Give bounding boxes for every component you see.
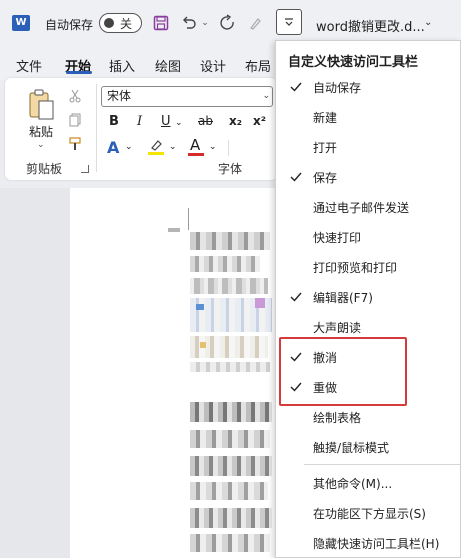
font-name-value: 宋体 [107, 89, 132, 103]
blurred-text [190, 430, 270, 448]
text-effects-chevron-icon[interactable]: ⌄ [125, 142, 133, 152]
font-group-label: 字体 [218, 162, 243, 176]
chevron-down-icon[interactable]: ⌄ [424, 17, 432, 28]
bold-button[interactable]: B [109, 114, 119, 129]
superscript-button[interactable]: x² [253, 114, 266, 128]
customize-qat-button[interactable] [276, 9, 302, 35]
menu-item[interactable]: 编辑器(F7) [276, 283, 460, 313]
font-color-chevron-icon[interactable]: ⌄ [209, 142, 217, 152]
annotation-highlight-box [279, 337, 407, 406]
chevron-down-icon[interactable]: ⌄ [262, 87, 270, 106]
italic-button[interactable]: I [137, 114, 142, 129]
menu-item-label: 快速打印 [313, 231, 362, 245]
menu-item-label: 编辑器(F7) [313, 291, 373, 305]
paste-button[interactable]: 粘贴 [29, 123, 53, 140]
copy-icon[interactable] [67, 112, 83, 128]
tab-draw[interactable]: 绘图 [155, 56, 181, 75]
menu-item-label: 自动保存 [313, 81, 362, 95]
menu-item[interactable]: 快速打印 [276, 223, 460, 253]
clipboard-launcher-icon[interactable] [81, 165, 89, 173]
active-tab-indicator [66, 71, 92, 74]
paste-icon[interactable] [27, 88, 55, 122]
ribbon-panel: 粘贴 ⌄ 剪贴板 宋体 ⌄ B I U ⌄ ab x₂ x² A ⌄ ⌄ A ⌄… [5, 78, 277, 180]
menu-item[interactable]: 新建 [276, 103, 460, 133]
menu-item-label: 在功能区下方显示(S) [313, 507, 426, 521]
format-painter-brush-icon[interactable] [67, 136, 83, 152]
group-divider [96, 84, 97, 172]
menu-item[interactable]: 隐藏快速访问工具栏(H) [276, 529, 460, 558]
save-icon[interactable] [152, 13, 170, 33]
paste-chevron-icon[interactable]: ⌄ [37, 140, 45, 150]
underline-chevron-icon[interactable]: ⌄ [175, 118, 183, 128]
menu-item-label: 绘制表格 [313, 411, 362, 425]
menu-item[interactable]: 打印预览和打印 [276, 253, 460, 283]
autosave-label: 自动保存 [45, 18, 94, 32]
blurred-image [190, 362, 270, 372]
blurred-text [190, 256, 260, 272]
blurred-image [200, 342, 206, 348]
menu-separator [304, 464, 460, 465]
toggle-state-label: 关 [120, 17, 133, 31]
blurred-text [190, 456, 272, 476]
text-cursor [188, 208, 189, 230]
highlight-chevron-icon[interactable]: ⌄ [169, 142, 177, 152]
blurred-text [190, 232, 270, 250]
blurred-text [190, 534, 270, 552]
divider [228, 140, 229, 156]
format-painter-icon[interactable] [247, 13, 265, 33]
tab-file[interactable]: 文件 [16, 56, 42, 75]
cut-icon[interactable] [67, 88, 83, 104]
menu-item-label: 隐藏快速访问工具栏(H) [313, 537, 440, 551]
menu-item-label: 其他命令(M)... [313, 477, 393, 491]
menu-item[interactable]: 绘制表格 [276, 403, 460, 433]
blurred-image [196, 304, 204, 310]
blurred-text [190, 402, 272, 422]
menu-item[interactable]: 在功能区下方显示(S) [276, 499, 460, 529]
document-title[interactable]: word撤销更改.d... [316, 16, 425, 35]
font-color-icon[interactable]: A [187, 136, 205, 158]
checkmark-icon [290, 82, 302, 92]
menu-item[interactable]: 其他命令(M)... [276, 469, 460, 499]
toggle-knob [104, 18, 114, 28]
menu-item[interactable]: 触摸/鼠标模式 [276, 433, 460, 463]
tab-design[interactable]: 设计 [200, 56, 226, 75]
blurred-text [190, 482, 268, 500]
font-color-letter: A [190, 136, 201, 154]
menu-item[interactable]: 打开 [276, 133, 460, 163]
tab-insert[interactable]: 插入 [109, 56, 135, 75]
menu-item-label: 打印预览和打印 [313, 261, 398, 275]
checkmark-icon [290, 172, 302, 182]
strikethrough-button[interactable]: ab [198, 114, 213, 128]
autosave-toggle[interactable]: 关 [99, 13, 142, 33]
redo-icon[interactable] [218, 13, 238, 33]
underline-button[interactable]: U [161, 114, 171, 129]
menu-header: 自定义快速访问工具栏 [288, 55, 419, 70]
clipboard-group-label: 剪贴板 [26, 162, 63, 176]
blurred-text [190, 508, 272, 528]
menu-item[interactable]: 自动保存 [276, 73, 460, 103]
undo-icon[interactable] [180, 13, 198, 33]
highlight-color-icon[interactable] [147, 138, 165, 156]
blurred-image [255, 298, 265, 308]
undo-dropdown-chevron-icon[interactable]: ⌄ [199, 13, 211, 33]
menu-item-label: 新建 [313, 111, 338, 125]
tab-layout[interactable]: 布局 [245, 56, 271, 75]
menu-item-label: 大声朗读 [313, 321, 362, 335]
font-name-select[interactable]: 宋体 ⌄ [101, 86, 273, 107]
menu-item[interactable]: 保存 [276, 163, 460, 193]
word-logo-icon: W [12, 15, 30, 31]
text-effects-button[interactable]: A [107, 138, 119, 157]
customize-qat-menu: 自定义快速访问工具栏 自动保存新建打开保存通过电子邮件发送 快速打印打印预览和打印… [275, 40, 461, 558]
blurred-text [190, 278, 268, 294]
menu-item-label: 保存 [313, 171, 338, 185]
menu-item-label: 打开 [313, 141, 338, 155]
menu-item-label: 通过电子邮件发送 [313, 201, 410, 215]
menu-item[interactable]: 通过电子邮件发送 [276, 193, 460, 223]
blurred-text [168, 228, 180, 232]
menu-item-label: 触摸/鼠标模式 [313, 441, 390, 455]
font-color-bar [188, 153, 204, 156]
subscript-button[interactable]: x₂ [229, 114, 242, 128]
checkmark-icon [290, 292, 302, 302]
